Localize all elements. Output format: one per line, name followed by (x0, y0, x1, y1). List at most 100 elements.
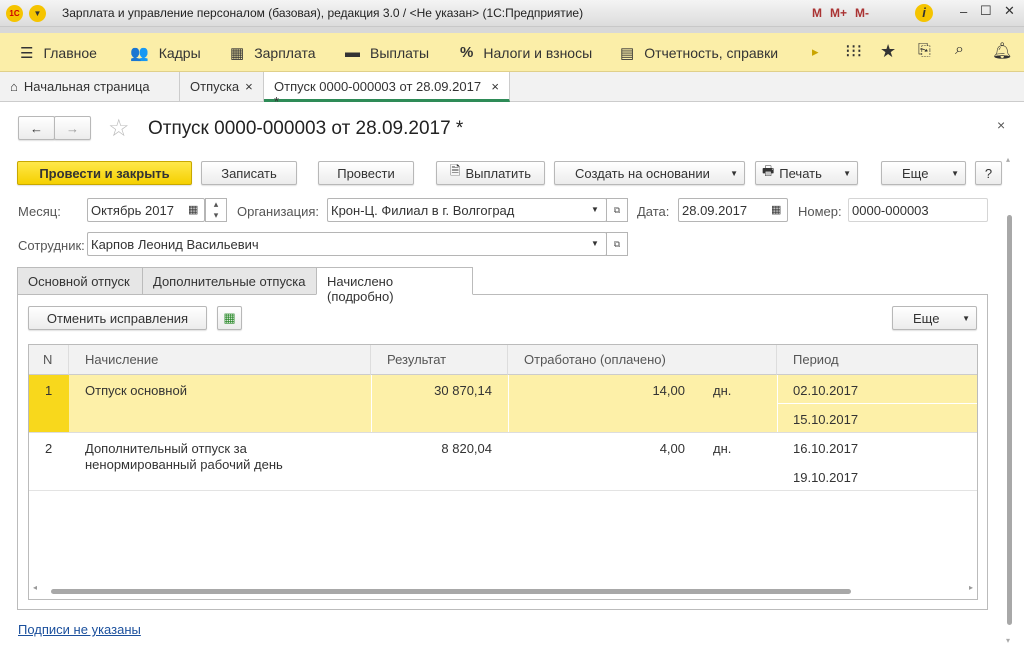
date-label: Дата: (637, 204, 670, 219)
memory-m-button[interactable]: M (812, 6, 822, 20)
history-icon[interactable]: ⎘ (918, 42, 931, 60)
menu-item-reports[interactable]: ▤ Отчетность, справки (620, 44, 778, 62)
menu-item-payments[interactable]: ▬ Выплаты (345, 44, 429, 61)
chevron-down-icon: ▼ (843, 168, 851, 178)
period-end: 15.10.2017 (793, 412, 859, 427)
tab-accrued-detailed[interactable]: Начислено (подробно) (316, 267, 473, 304)
table-add-icon[interactable]: ▦ (217, 306, 242, 330)
table-row[interactable]: 1 Отпуск основной 30 870,14 14,00 дн. 02… (29, 375, 977, 433)
period-end: 19.10.2017 (793, 470, 859, 485)
section-menu: ☰ Главное 👥 Кадры ▦ Зарплата ▬ Выплаты % Нало… (0, 33, 1024, 72)
worked-unit: дн. (713, 383, 732, 398)
memory-minus-button[interactable]: M- (855, 6, 869, 20)
organization-label: Организация: (237, 204, 320, 219)
table-more-button[interactable]: Еще ▼ (892, 306, 977, 330)
employee-field[interactable]: Карпов Леонид Васильевич (87, 232, 607, 256)
number-field[interactable]: 0000-000003 (848, 198, 988, 222)
vertical-scrollbar[interactable]: ▴ ▾ (1005, 155, 1015, 645)
tab-additional-vacations[interactable]: Дополнительные отпуска (142, 267, 317, 295)
chevron-down-icon[interactable]: ▼ (591, 205, 599, 214)
column-header-accrual[interactable]: Начисление (69, 345, 371, 375)
menu-item-main[interactable]: ☰ Главное (20, 44, 97, 62)
open-organization-button[interactable]: ⧉ (606, 198, 628, 222)
table-row[interactable]: 2 Дополнительный отпуск за ненормированн… (29, 433, 977, 491)
accrual-name: Дополнительный отпуск за ненормированный… (85, 441, 283, 472)
pay-icon: 🗎 (450, 163, 461, 178)
organization-field[interactable]: Крон-Ц. Филиал в г. Волгоград (327, 198, 607, 222)
tab-vacations[interactable]: Отпуска × (180, 72, 264, 102)
column-header-period[interactable]: Период (777, 345, 977, 375)
close-icon[interactable]: × (245, 79, 253, 95)
close-window-button[interactable]: ✕ (1004, 3, 1015, 19)
calendar-icon[interactable]: ▦ (771, 203, 781, 216)
forward-button[interactable]: → (54, 116, 91, 140)
signatures-link[interactable]: Подписи не указаны (18, 622, 141, 637)
cancel-corrections-button[interactable]: Отменить исправления (28, 306, 207, 330)
people-icon: 👥 (130, 45, 149, 62)
accruals-table: N Начисление Результат Отработано (оплач… (28, 344, 978, 600)
favorites-icon[interactable]: ★ (880, 41, 896, 62)
result-value: 30 870,14 (434, 383, 492, 398)
scroll-right-icon[interactable]: ▸ (812, 44, 819, 60)
back-button[interactable]: ← (18, 116, 55, 140)
document-icon: ▤ (620, 45, 635, 62)
maximize-button[interactable]: ☐ (980, 3, 992, 19)
help-button[interactable]: ? (975, 161, 1002, 185)
close-form-button[interactable]: × (997, 117, 1005, 133)
print-button[interactable]: 🖶 Печать ▼ (755, 161, 858, 185)
minimize-button[interactable]: – (960, 4, 967, 19)
column-header-result[interactable]: Результат (371, 345, 508, 375)
worked-value: 14,00 (652, 383, 685, 398)
worked-unit: дн. (713, 441, 732, 456)
title-bar: 1С ▼ Зарплата и управление персоналом (б… (0, 0, 1024, 27)
result-value: 8 820,04 (441, 441, 492, 456)
menu-item-taxes[interactable]: % Налоги и взносы (460, 44, 592, 61)
menu-item-hr[interactable]: 👥 Кадры (130, 44, 201, 62)
post-and-close-button[interactable]: Провести и закрыть (17, 161, 192, 185)
wallet-icon: ▬ (345, 44, 360, 61)
tab-document[interactable]: Отпуск 0000-000003 от 28.09.2017 * × (264, 72, 510, 109)
menu-item-salary[interactable]: ▦ Зарплата (230, 44, 316, 62)
accrual-name: Отпуск основной (85, 383, 187, 398)
chevron-down-icon[interactable]: ▼ (591, 239, 599, 248)
employee-label: Сотрудник: (18, 238, 85, 253)
create-based-on-button[interactable]: Создать на основании ▼ (554, 161, 745, 185)
calculator-icon: ▦ (230, 45, 245, 62)
period-start: 16.10.2017 (793, 441, 859, 456)
chevron-down-icon: ▼ (951, 168, 959, 178)
home-icon: ⌂ (10, 79, 18, 94)
all-functions-icon[interactable]: ⁝⁝⁝ (845, 41, 862, 62)
worked-value: 4,00 (659, 441, 685, 456)
tab-main-vacation[interactable]: Основной отпуск (17, 267, 143, 295)
close-icon[interactable]: × (491, 79, 499, 94)
month-label: Месяц: (18, 204, 61, 219)
percent-icon: % (460, 44, 474, 61)
row-number: 2 (45, 441, 53, 456)
more-button[interactable]: Еще ▼ (881, 161, 966, 185)
favorite-star-icon[interactable]: ☆ (108, 114, 130, 143)
main-menu-button[interactable]: ▼ (29, 5, 46, 22)
scrollbar-thumb[interactable] (51, 589, 851, 594)
scrollbar-thumb[interactable] (1007, 215, 1012, 625)
bell-icon[interactable]: 🔔︎ (992, 41, 1012, 61)
post-button[interactable]: Провести (318, 161, 414, 185)
app-logo-icon: 1С (6, 5, 23, 22)
save-button[interactable]: Записать (201, 161, 297, 185)
chevron-down-icon: ▼ (730, 168, 738, 178)
month-stepper[interactable]: ▴ ▾ (205, 198, 227, 222)
tab-home[interactable]: ⌂ Начальная страница (0, 72, 180, 102)
page-title: Отпуск 0000-000003 от 28.09.2017 * (148, 118, 464, 139)
open-employee-button[interactable]: ⧉ (606, 232, 628, 256)
info-icon[interactable]: i (915, 4, 933, 22)
number-label: Номер: (798, 204, 842, 219)
window-title: Зарплата и управление персоналом (базова… (62, 6, 584, 20)
horizontal-scrollbar[interactable]: ◂ ▸ (33, 583, 973, 596)
row-number: 1 (45, 383, 53, 398)
column-header-worked[interactable]: Отработано (оплачено) (508, 345, 777, 375)
memory-plus-button[interactable]: M+ (830, 6, 847, 20)
column-header-n[interactable]: N (29, 345, 69, 375)
pay-button[interactable]: 🗎 Выплатить (436, 161, 545, 185)
open-windows-bar: ⌂ Начальная страница Отпуска × Отпуск 0000… (0, 72, 1024, 109)
calendar-icon[interactable]: ▦ (188, 203, 198, 216)
search-icon[interactable]: ⌕ (955, 41, 964, 59)
